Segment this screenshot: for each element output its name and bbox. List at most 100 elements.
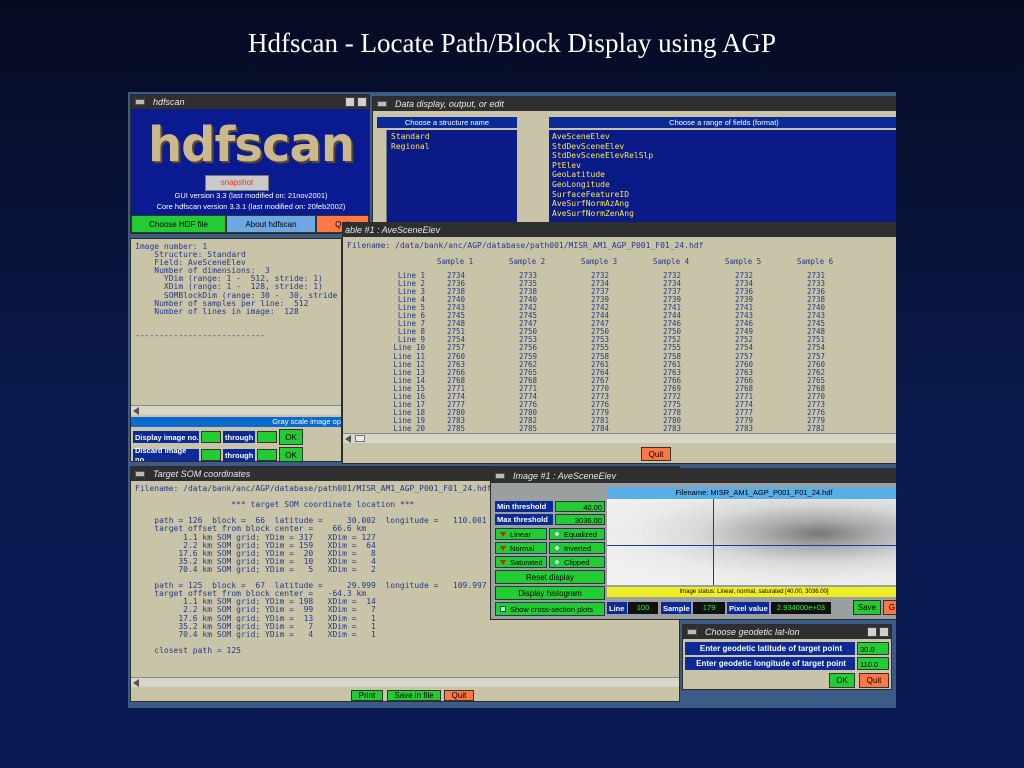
table-column-header: Sample 4 (653, 257, 690, 266)
window-menu-icon[interactable] (495, 473, 505, 479)
discard-to-input[interactable] (257, 449, 277, 461)
slide-title: Hdfscan - Locate Path/Block Display usin… (248, 28, 776, 58)
table-cell: 2783 (735, 423, 754, 433)
geodetic-window: Choose geodetic lat-lon Enter geodetic l… (682, 624, 892, 690)
image-info-text: Image number: 1 Structure: Standard Fiel… (135, 243, 338, 341)
fields-list[interactable]: AveSceneElev StdDevSceneElev StdDevScene… (549, 130, 896, 222)
discard-ok-button[interactable]: OK (279, 447, 303, 461)
linear-radio[interactable]: Linear (495, 528, 547, 540)
minimize-icon[interactable] (345, 97, 355, 107)
inverted-label: Inverted (564, 543, 592, 553)
selected-indicator-icon (500, 545, 506, 551)
about-hdfscan-button[interactable]: About hdfscan (226, 215, 316, 233)
image-filename: Filename: MISR_AM1_AGP_P001_F01_24.hdf (607, 487, 896, 499)
hdfscan-window: hdfscan hdfscan snapshot GUI version 3.3… (130, 94, 370, 234)
window-menu-icon[interactable] (135, 99, 145, 105)
saturated-label: Saturated (510, 557, 543, 567)
image-g-button[interactable]: G (883, 600, 896, 615)
status-bar: Image status: Linear, normal, saturated … (607, 587, 896, 597)
scroll-left-icon[interactable] (345, 435, 351, 443)
choose-hdf-file-button[interactable]: Choose HDF file (131, 215, 226, 233)
geodetic-ok-button[interactable]: OK (829, 673, 855, 688)
field-item[interactable]: PtElev (552, 161, 896, 171)
max-threshold-input[interactable]: 3036.00 (555, 514, 605, 525)
normal-radio[interactable]: Normal (495, 542, 547, 554)
snapshot-button[interactable]: snapshot (205, 175, 269, 191)
image-info-window: Image number: 1 Structure: Standard Fiel… (130, 238, 342, 462)
scroll-left-icon[interactable] (133, 407, 139, 415)
field-item[interactable]: SurfaceFeatureID (552, 190, 896, 200)
selected-indicator-icon (500, 559, 506, 565)
discard-from-input[interactable] (201, 449, 221, 461)
discard-through-label: through (223, 449, 255, 461)
structure-item[interactable]: Standard (391, 132, 517, 142)
equalized-radio[interactable]: Equalized (549, 528, 605, 540)
pixel-value: 2.934000e+03 (771, 602, 831, 614)
maximize-icon[interactable] (357, 97, 367, 107)
min-threshold-input[interactable]: 40.00 (555, 501, 605, 512)
image-titlebar[interactable]: Image #1 : AveSceneElev (491, 469, 896, 483)
longitude-input[interactable]: 110.0 (857, 657, 889, 670)
table-scrollbar[interactable] (343, 433, 896, 443)
display-through-label: through (223, 431, 255, 443)
display-to-input[interactable] (257, 431, 277, 443)
display-histogram-button[interactable]: Display histogram (495, 586, 605, 600)
field-item[interactable]: AveSceneElev (552, 132, 896, 142)
table-title: able #1 : AveSceneElev (345, 225, 441, 235)
hdfscan-title: hdfscan (153, 97, 185, 107)
image-save-button[interactable]: Save (853, 600, 881, 615)
scroll-thumb[interactable] (355, 435, 365, 442)
window-menu-icon[interactable] (687, 629, 697, 635)
hdfscan-titlebar[interactable]: hdfscan (131, 95, 369, 109)
field-item[interactable]: GeoLatitude (552, 170, 896, 180)
table-window: able #1 : AveSceneElev Filename: /data/b… (342, 222, 896, 464)
geodetic-titlebar[interactable]: Choose geodetic lat-lon (683, 625, 891, 639)
inverted-radio[interactable]: Inverted (549, 542, 605, 554)
reset-display-button[interactable]: Reset display (495, 570, 605, 584)
sample-value: 179 (693, 602, 725, 614)
checkbox-icon (500, 606, 506, 612)
pixel-value-label: Pixel value (727, 602, 769, 614)
som-title: Target SOM coordinates (153, 469, 251, 479)
data-display-window: Data display, output, or edit Choose a s… (372, 96, 896, 224)
print-button[interactable]: Print (351, 690, 383, 701)
clipped-label: Clipped (564, 557, 590, 567)
clipped-radio[interactable]: Clipped (549, 556, 605, 568)
table-titlebar[interactable]: able #1 : AveSceneElev (343, 223, 896, 237)
maximize-icon[interactable] (879, 627, 889, 637)
table-cell: 2782 (807, 423, 826, 433)
sample-label: Sample (661, 602, 691, 614)
table-cell: 2783 (663, 423, 682, 433)
data-display-titlebar[interactable]: Data display, output, or edit (373, 97, 896, 111)
cursor-horizontal-line (607, 545, 896, 546)
min-threshold-label: Min threshold (495, 501, 553, 512)
discard-image-label: Discard image no. (133, 446, 199, 461)
cross-section-checkbox[interactable]: Show cross-section plots (495, 602, 605, 616)
saturated-radio[interactable]: Saturated (495, 556, 547, 568)
field-item[interactable]: StdDevSceneElev (552, 142, 896, 152)
geodetic-quit-button[interactable]: Quit (859, 673, 889, 688)
structure-list[interactable]: Standard Regional (377, 130, 517, 222)
field-item[interactable]: AveSurfNormZenAng (552, 209, 896, 219)
structure-item[interactable]: Regional (391, 142, 517, 152)
som-quit-button[interactable]: Quit (444, 690, 474, 701)
structure-list-scrollbar[interactable] (377, 130, 387, 222)
field-item[interactable]: AveSurfNormAzAng (552, 199, 896, 209)
image-canvas[interactable] (607, 499, 896, 585)
window-menu-icon[interactable] (135, 471, 145, 477)
display-from-input[interactable] (201, 431, 221, 443)
table-cell: 2785 (519, 423, 538, 433)
latitude-input[interactable]: 30.0 (857, 642, 889, 655)
field-item[interactable]: StdDevSceneElevRelSlp (552, 151, 896, 161)
info-scrollbar[interactable] (131, 405, 341, 415)
table-column-header: Sample 5 (725, 257, 762, 266)
gray-scale-label: Gray scale image op (131, 417, 341, 427)
save-in-file-button[interactable]: Save in file (387, 690, 441, 701)
table-quit-button[interactable]: Quit (641, 447, 671, 461)
window-menu-icon[interactable] (377, 101, 387, 107)
display-ok-button[interactable]: OK (279, 429, 303, 445)
scroll-left-icon[interactable] (133, 679, 139, 687)
minimize-icon[interactable] (867, 627, 877, 637)
som-scrollbar[interactable] (131, 677, 679, 687)
field-item[interactable]: GeoLongitude (552, 180, 896, 190)
